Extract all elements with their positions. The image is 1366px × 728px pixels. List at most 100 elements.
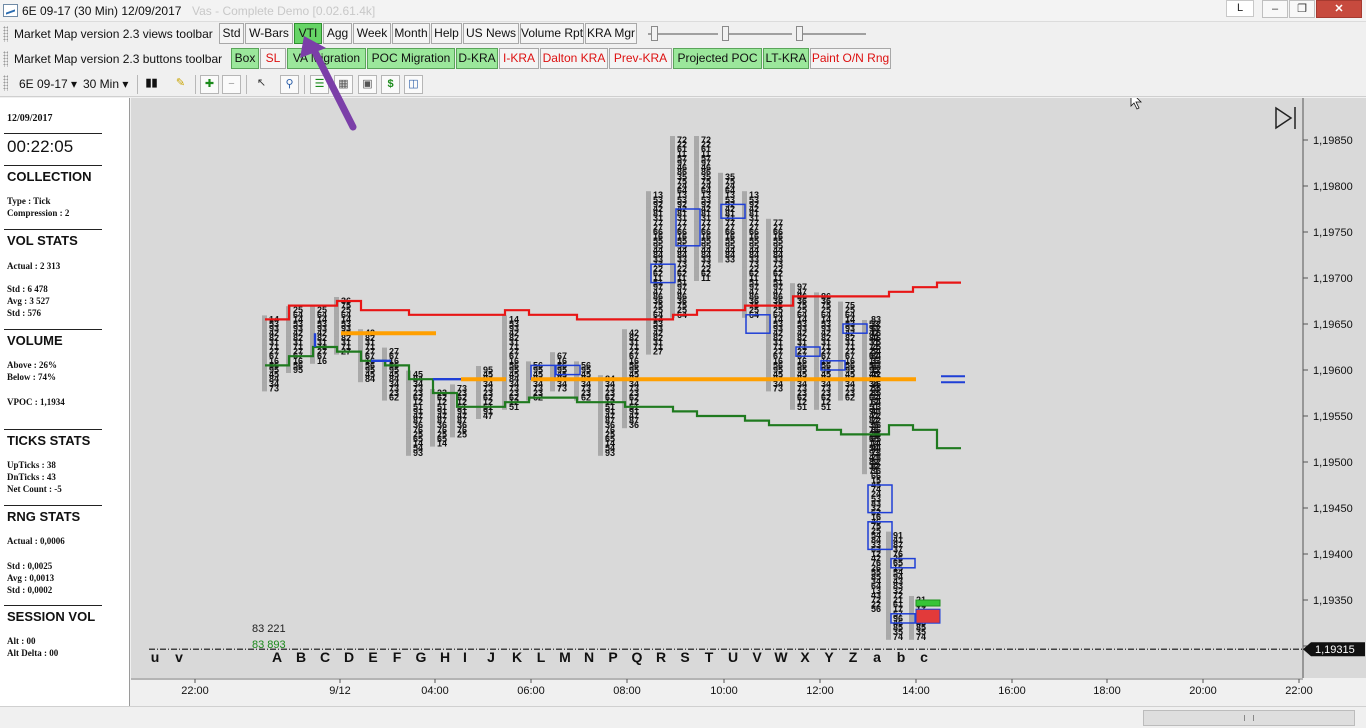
period-letter: u: [151, 649, 160, 665]
tpo-glyph: 73: [457, 383, 467, 393]
toolbar-grip-icon[interactable]: [3, 51, 8, 67]
month-view-button[interactable]: Month: [392, 23, 430, 44]
rng-actual: Actual : 0,0006: [7, 536, 65, 546]
slider-3[interactable]: [796, 26, 866, 41]
toolbar-grip-icon[interactable]: [3, 26, 8, 42]
ticks-down: DnTicks : 43: [7, 472, 56, 482]
time-tick-label: 22:00: [1285, 685, 1313, 697]
time-axis: 22:00 9/12 04:00 06:00 08:00 10:00 12:00 14:00 1…: [131, 678, 1366, 706]
horizontal-scrollbar[interactable]: [0, 706, 1366, 728]
period-letter: L: [537, 649, 546, 665]
minimize-button[interactable]: ‒: [1262, 0, 1288, 18]
tpo-glyph: 13: [653, 190, 663, 200]
play-end-icon[interactable]: [1275, 106, 1296, 130]
stats-date: 12/09/2017: [7, 113, 53, 124]
price-tick-label: 1,19850: [1313, 135, 1353, 147]
toolbar-separator: [195, 75, 196, 94]
divider: [4, 229, 102, 230]
box-button[interactable]: Box: [231, 48, 259, 69]
divider: [4, 429, 102, 430]
price-tick-label: 1,19450: [1313, 503, 1353, 515]
bar-type-icon[interactable]: ▮▮: [142, 75, 161, 94]
d-kra-button[interactable]: D-KRA: [456, 48, 498, 69]
time-tick-label: 10:00: [710, 685, 738, 697]
projected-poc-button[interactable]: Projected POC: [673, 48, 762, 69]
volume-heading: VOLUME: [7, 333, 63, 348]
chart-toolbar: 6E 09-17 ▾ 30 Min ▾ ▮▮ ✎ ✚ − ↖ ⚲ ☰ ▦ ▣ $…: [0, 71, 1366, 97]
dalton-kra-button[interactable]: Dalton KRA: [540, 48, 608, 69]
price-tick-label: 1,19750: [1313, 227, 1353, 239]
ticks-stats-heading: TICKS STATS: [7, 433, 91, 448]
interval-dropdown[interactable]: 30 Min ▾: [83, 74, 128, 94]
tpo-glyph: 13: [749, 190, 759, 200]
lt-kra-button[interactable]: LT-KRA: [763, 48, 809, 69]
tpo-volume-tick: [622, 329, 627, 337]
us-news-button[interactable]: US News: [463, 23, 519, 44]
divider: [4, 165, 102, 166]
period-letter: N: [584, 649, 594, 665]
dollar-icon[interactable]: $: [381, 75, 400, 94]
zoom-in-icon[interactable]: ✚: [200, 75, 219, 94]
language-indicator[interactable]: L: [1226, 0, 1254, 17]
window-title: 6E 09-17 (30 Min) 12/09/2017: [22, 4, 182, 18]
tpo-volume-tick: [550, 352, 555, 360]
price-tick-label: 1,19600: [1313, 365, 1353, 377]
toolbar-grip-icon[interactable]: [3, 75, 8, 91]
data-box-icon[interactable]: ◫: [404, 75, 423, 94]
market-profile-chart[interactable]: 73 34 84 45 95 56 16 67 27 71 31 82 42 93 53 14 95 56 16 67…: [131, 98, 1366, 678]
period-letter: B: [296, 649, 306, 665]
volume-rpt-button[interactable]: Volume Rpt: [520, 23, 584, 44]
period-letter: a: [873, 649, 881, 665]
prev-kra-button[interactable]: Prev-KRA: [609, 48, 672, 69]
opening-range-box: [915, 599, 941, 607]
paint-on-rng-button[interactable]: Paint O/N Rng: [810, 48, 891, 69]
tpo-glyph: 56: [581, 360, 591, 370]
time-tick-label: 22:00: [181, 685, 209, 697]
time-tick-label: 04:00: [421, 685, 449, 697]
collection-compression: Compression : 2: [7, 208, 70, 218]
scrollbar-thumb[interactable]: [1143, 710, 1355, 726]
zoom-out-icon[interactable]: −: [222, 75, 241, 94]
cursor-pointer-icon[interactable]: ↖: [252, 75, 271, 94]
w-bars-view-button[interactable]: W-Bars: [245, 23, 293, 44]
period-letter: b: [897, 649, 906, 665]
draw-pencil-icon[interactable]: ✎: [171, 75, 190, 94]
toolbar-separator: [246, 75, 247, 94]
instrument-dropdown[interactable]: 6E 09-17 ▾: [19, 74, 77, 94]
i-kra-button[interactable]: I-KRA: [499, 48, 539, 69]
session-alt-delta: Alt Delta : 00: [7, 648, 59, 658]
tpo-volume-tick: [450, 384, 455, 392]
slider-1-handle[interactable]: [651, 26, 658, 41]
slider-2-handle[interactable]: [722, 26, 729, 41]
annotation-arrow: [300, 36, 357, 131]
tpo-volume-tick: [838, 301, 843, 309]
help-button[interactable]: Help: [431, 23, 462, 44]
poc-migration-button[interactable]: POC Migration: [367, 48, 455, 69]
tpo-volume-tick: [476, 366, 481, 373]
slider-3-handle[interactable]: [796, 26, 803, 41]
period-letter: K: [512, 649, 522, 665]
period-letter: X: [800, 649, 810, 665]
period-letter: G: [416, 649, 427, 665]
views-toolbar-label: Market Map version 2.3 views toolbar: [14, 27, 213, 41]
play-triangle: [1275, 106, 1293, 130]
tpo-volume-tick: [382, 347, 387, 355]
title-bar: 6E 09-17 (30 Min) 12/09/2017 Vas - Compl…: [0, 0, 1366, 22]
sl-button[interactable]: SL: [260, 48, 286, 69]
volume-below: Below : 74%: [7, 372, 56, 382]
period-letter: A: [272, 649, 282, 665]
tpo-glyph: 83: [871, 314, 881, 324]
divider: [4, 505, 102, 506]
chart-canvas[interactable]: 7334844595561667277131824293531495561667…: [131, 98, 1366, 678]
views-toolbar: Market Map version 2.3 views toolbar Std…: [0, 22, 1366, 46]
kra-mgr-button[interactable]: KRA Mgr: [585, 23, 637, 44]
close-button[interactable]: ✕: [1316, 0, 1362, 18]
slider-2[interactable]: [722, 26, 792, 41]
maximize-button[interactable]: ❐: [1289, 0, 1315, 18]
slider-1[interactable]: [648, 26, 718, 41]
divider: [4, 133, 102, 134]
tpo-volume-tick: [646, 191, 651, 199]
tpo-glyph: 35: [725, 172, 735, 182]
std-view-button[interactable]: Std: [219, 23, 244, 44]
mouse-cursor-icon: [1130, 98, 1142, 110]
